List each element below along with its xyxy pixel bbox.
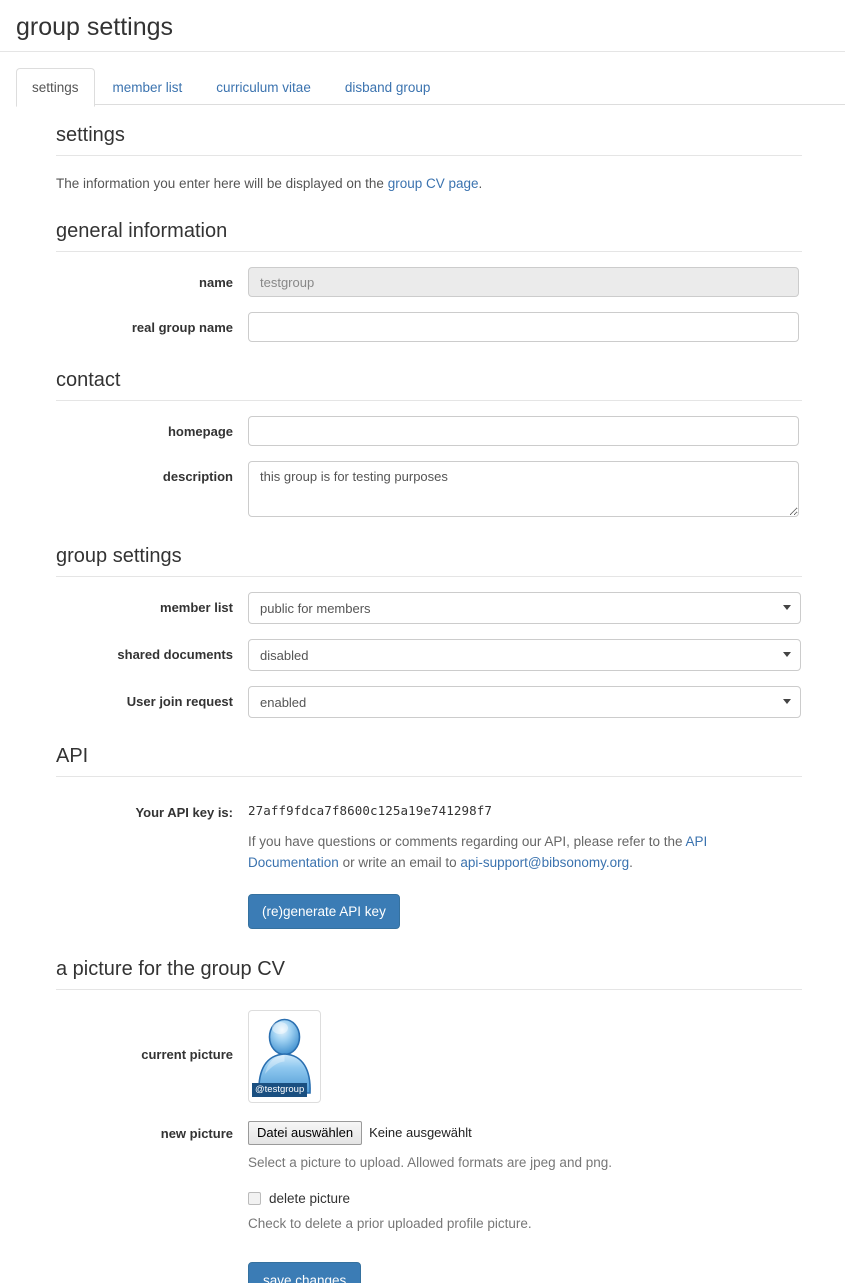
form-row-homepage: homepage <box>56 416 802 447</box>
form-row-current-picture: current picture @testgroup <box>56 1009 802 1103</box>
file-input[interactable]: Datei auswählen Keine ausgewählt <box>248 1117 802 1145</box>
intro-text-prefix: The information you enter here will be d… <box>56 175 388 191</box>
form-row-member-list: member list public for members <box>56 592 802 625</box>
group-cv-page-link[interactable]: group CV page <box>388 176 479 191</box>
api-help-part3: . <box>629 854 633 870</box>
form-row-shared-documents: shared documents disabled <box>56 639 802 672</box>
section-heading-group-settings: group settings <box>56 544 802 578</box>
delete-picture-label[interactable]: delete picture <box>269 1191 350 1206</box>
tab-member-list[interactable]: member list <box>97 68 199 107</box>
homepage-input[interactable] <box>248 416 799 447</box>
delete-picture-row[interactable]: delete picture <box>248 1191 802 1206</box>
user-join-request-select[interactable]: enabled <box>248 686 801 719</box>
label-current-picture: current picture <box>141 1046 233 1062</box>
section-heading-picture: a picture for the group CV <box>56 957 802 990</box>
current-picture-frame: @testgroup <box>248 1009 321 1103</box>
save-row-spacer <box>56 1262 248 1269</box>
form-row-description: description this group is for testing pu… <box>56 461 802 518</box>
avatar-badge: @testgroup <box>252 1082 308 1097</box>
form-row-new-picture: new picture Datei auswählen Keine ausgew… <box>56 1117 802 1234</box>
description-textarea[interactable]: this group is for testing purposes <box>248 461 799 518</box>
label-user-join-request: User join request <box>126 694 233 710</box>
delete-picture-checkbox[interactable] <box>248 1191 261 1205</box>
label-new-picture: new picture <box>160 1125 233 1141</box>
shared-documents-select[interactable]: disabled <box>248 639 801 672</box>
member-list-select[interactable]: public for members <box>248 592 801 625</box>
tab-settings[interactable]: settings <box>16 67 95 107</box>
section-heading-api: API <box>56 744 802 778</box>
tab-bar: settings member list curriculum vitae disba… <box>16 67 845 107</box>
section-heading-settings: settings <box>56 123 802 156</box>
form-row-user-join-request: User join request enabled <box>56 686 802 719</box>
api-help-part1: If you have questions or comments regard… <box>248 834 686 850</box>
name-input <box>248 267 799 298</box>
page-title: group settings <box>0 0 845 52</box>
label-description: description <box>162 469 233 485</box>
api-help-text: If you have questions or comments regard… <box>248 832 748 874</box>
file-status-text: Keine ausgewählt <box>369 1125 472 1141</box>
form-row-save: save changes <box>56 1261 802 1283</box>
label-shared-documents: shared documents <box>117 647 233 663</box>
regenerate-api-key-button[interactable]: (re)generate API key <box>248 893 400 929</box>
avatar: @testgroup <box>252 1014 317 1099</box>
intro-text-suffix: . <box>478 175 483 191</box>
save-changes-button[interactable]: save changes <box>248 1261 362 1283</box>
delete-hint-text: Check to delete a prior uploaded profile… <box>248 1215 532 1231</box>
section-heading-contact: contact <box>56 368 802 402</box>
form-row-api-key: Your API key is: 27aff9fdca7f8600c125a19… <box>56 797 802 929</box>
real-group-name-input[interactable] <box>248 312 799 343</box>
api-key-value: 27aff9fdca7f8600c125a19e741298f7 <box>248 803 493 819</box>
label-real-group-name: real group name <box>131 320 233 336</box>
api-help-part2: or write an email to <box>338 854 461 870</box>
label-homepage: homepage <box>167 424 233 440</box>
label-api-key: Your API key is: <box>135 805 233 821</box>
api-support-email-link[interactable]: api-support@bibsonomy.org <box>460 855 629 870</box>
form-row-name: name <box>56 267 802 298</box>
form-row-real-group-name: real group name <box>56 312 802 343</box>
choose-file-button[interactable]: Datei auswählen <box>248 1120 363 1145</box>
upload-hint-text: Select a picture to upload. Allowed form… <box>248 1154 612 1170</box>
section-heading-general-information: general information <box>56 219 802 253</box>
tab-disband-group[interactable]: disband group <box>329 68 447 107</box>
settings-form: settings The information you enter here … <box>56 123 802 1283</box>
tab-curriculum-vitae[interactable]: curriculum vitae <box>200 68 327 107</box>
label-name: name <box>199 275 233 291</box>
intro-text: The information you enter here will be d… <box>56 174 802 194</box>
label-member-list: member list <box>160 600 233 616</box>
